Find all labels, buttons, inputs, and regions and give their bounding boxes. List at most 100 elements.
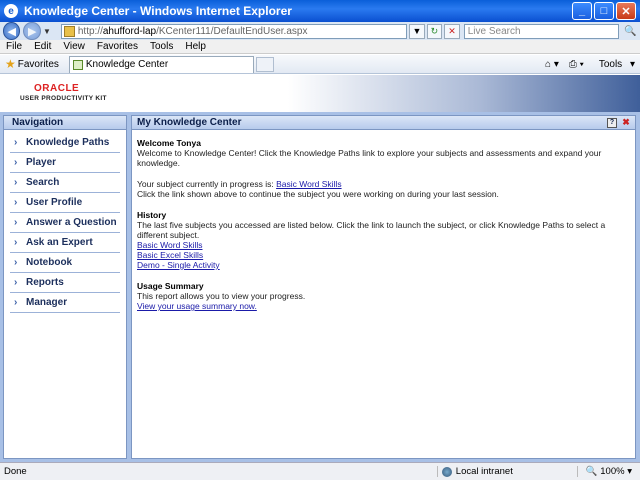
zoom-label: 100% xyxy=(600,466,625,477)
menu-file[interactable]: File xyxy=(6,41,22,52)
menu-favorites[interactable]: Favorites xyxy=(97,41,138,52)
nav-item-label: User Profile xyxy=(26,197,83,208)
url-host: ahufford-lap xyxy=(102,25,157,37)
tab-label: Knowledge Center xyxy=(85,59,169,70)
nav-item-search[interactable]: › Search xyxy=(10,173,120,193)
nav-item-manager[interactable]: › Manager xyxy=(10,293,120,313)
close-button[interactable]: ✕ xyxy=(616,2,636,20)
minimize-button[interactable]: _ xyxy=(572,2,592,20)
welcome-heading: Welcome Tonya xyxy=(137,138,201,148)
status-text: Done xyxy=(4,466,27,477)
ie-icon: e xyxy=(4,4,18,18)
history-heading: History xyxy=(137,210,167,220)
content-panel: My Knowledge Center ? ✖ Welcome Tonya We… xyxy=(131,115,636,459)
window-title: Knowledge Center - Windows Internet Expl… xyxy=(24,4,292,18)
page-icon xyxy=(63,25,75,37)
menu-edit[interactable]: Edit xyxy=(34,41,51,52)
favorites-label: Favorites xyxy=(17,58,59,70)
globe-icon xyxy=(441,466,452,477)
nav-item-label: Search xyxy=(26,177,60,188)
nav-item-knowledge-paths[interactable]: › Knowledge Paths xyxy=(10,133,120,153)
nav-item-ask-expert[interactable]: › Ask an Expert xyxy=(10,233,120,253)
stop-icon[interactable]: ✕ xyxy=(444,23,460,39)
help-icon[interactable]: ? xyxy=(607,117,617,128)
tools-menu[interactable]: Tools ▾ xyxy=(594,59,635,70)
chevron-right-icon: › xyxy=(14,177,18,188)
nav-item-notebook[interactable]: › Notebook xyxy=(10,253,120,273)
nav-item-label: Answer a Question xyxy=(26,217,117,228)
nav-item-label: Notebook xyxy=(26,257,73,268)
nav-item-player[interactable]: › Player xyxy=(10,153,120,173)
chevron-right-icon: › xyxy=(14,137,18,148)
security-zone[interactable]: Local intranet xyxy=(436,466,577,477)
usage-heading: Usage Summary xyxy=(137,281,204,291)
oracle-logo: ORACLE xyxy=(34,83,80,94)
new-tab-button[interactable] xyxy=(255,56,274,72)
progress-line: Your subject currently in progress is: B… xyxy=(137,179,630,189)
favorites-bar: ★ Favorites Knowledge Center ⌂ ▾ ⎙ ▾ Too… xyxy=(0,55,640,74)
oracle-subtitle: USER PRODUCTIVITY KIT xyxy=(20,95,107,102)
home-icon[interactable]: ⌂ ▾ xyxy=(545,59,559,70)
address-field[interactable]: http://ahufford-lap/KCenter111/DefaultEn… xyxy=(60,23,408,39)
progress-text: Your subject currently in progress is: xyxy=(137,179,274,189)
nav-item-reports[interactable]: › Reports xyxy=(10,273,120,293)
star-icon: ★ xyxy=(5,57,16,71)
welcome-text: Welcome to Knowledge Center! Click the K… xyxy=(137,148,602,168)
zone-label: Local intranet xyxy=(455,466,513,477)
history-text: The last five subjects you accessed are … xyxy=(137,220,606,240)
navigation-panel: Navigation › Knowledge Paths › Player › Sea… xyxy=(3,115,127,459)
address-dropdown-icon[interactable]: ▼ xyxy=(409,23,425,39)
menu-bar: File Edit View Favorites Tools Help xyxy=(0,40,640,54)
chevron-right-icon: › xyxy=(14,237,18,248)
tab-page-icon xyxy=(72,59,83,70)
search-icon[interactable]: 🔍 xyxy=(621,24,640,39)
menu-help[interactable]: Help xyxy=(185,41,206,52)
nav-item-answer-question[interactable]: › Answer a Question xyxy=(10,213,120,233)
usage-text: This report allows you to view your prog… xyxy=(137,291,306,301)
chevron-right-icon: › xyxy=(14,277,18,288)
command-bar: ⌂ ▾ ⎙ ▾ Tools ▾ xyxy=(540,59,640,70)
content-body: Welcome Tonya Welcome to Knowledge Cente… xyxy=(132,130,635,319)
progress-link[interactable]: Basic Word Skills xyxy=(276,179,342,189)
nav-item-label: Knowledge Paths xyxy=(26,137,110,148)
nav-item-user-profile[interactable]: › User Profile xyxy=(10,193,120,213)
menu-view[interactable]: View xyxy=(63,41,85,52)
exit-icon[interactable]: ✖ xyxy=(621,117,631,128)
nav-item-label: Ask an Expert xyxy=(26,237,93,248)
back-button[interactable]: ◀ xyxy=(3,22,21,40)
nav-item-label: Manager xyxy=(26,297,68,308)
refresh-icon[interactable]: ↻ xyxy=(426,23,443,39)
history-link[interactable]: Basic Word Skills xyxy=(137,240,203,250)
recent-pages-dropdown-icon[interactable]: ▼ xyxy=(43,27,51,36)
maximize-button[interactable]: □ xyxy=(594,2,614,20)
chevron-right-icon: › xyxy=(14,257,18,268)
tools-label: Tools xyxy=(598,58,623,70)
url-path: /KCenter111/DefaultEndUser.aspx xyxy=(156,25,308,37)
search-placeholder: Live Search xyxy=(467,25,521,37)
search-input[interactable]: Live Search xyxy=(463,23,619,39)
usage-link[interactable]: View your usage summary now. xyxy=(137,301,257,311)
address-toolbar: ◀ ▶ ▼ http://ahufford-lap/KCenter111/Def… xyxy=(0,22,640,40)
print-icon[interactable]: ⎙ ▾ xyxy=(569,59,584,70)
history-link[interactable]: Demo - Single Activity xyxy=(137,260,220,270)
progress-hint: Click the link shown above to continue t… xyxy=(137,189,499,199)
chevron-right-icon: › xyxy=(14,297,18,308)
tab-knowledge-center[interactable]: Knowledge Center xyxy=(68,55,254,73)
chevron-right-icon: › xyxy=(14,197,18,208)
forward-button[interactable]: ▶ xyxy=(23,22,41,40)
chevron-right-icon: › xyxy=(14,157,18,168)
favorites-button[interactable]: ★ Favorites xyxy=(5,57,59,71)
app-header: ORACLE USER PRODUCTIVITY KIT xyxy=(0,75,640,112)
zoom-control[interactable]: 🔍 100% ▾ xyxy=(576,466,640,477)
navigation-title: Navigation xyxy=(4,116,126,130)
nav-item-label: Reports xyxy=(26,277,64,288)
menu-tools[interactable]: Tools xyxy=(150,41,173,52)
zoom-icon: 🔍 xyxy=(585,466,601,477)
main-area: Navigation › Knowledge Paths › Player › Sea… xyxy=(0,112,640,462)
content-title: My Knowledge Center xyxy=(137,117,242,128)
history-link[interactable]: Basic Excel Skills xyxy=(137,250,203,260)
status-bar: Done Local intranet 🔍 100% ▾ xyxy=(0,462,640,480)
title-bar: e Knowledge Center - Windows Internet Ex… xyxy=(0,0,640,22)
chevron-right-icon: › xyxy=(14,217,18,228)
content-header: My Knowledge Center ? ✖ xyxy=(132,116,635,130)
